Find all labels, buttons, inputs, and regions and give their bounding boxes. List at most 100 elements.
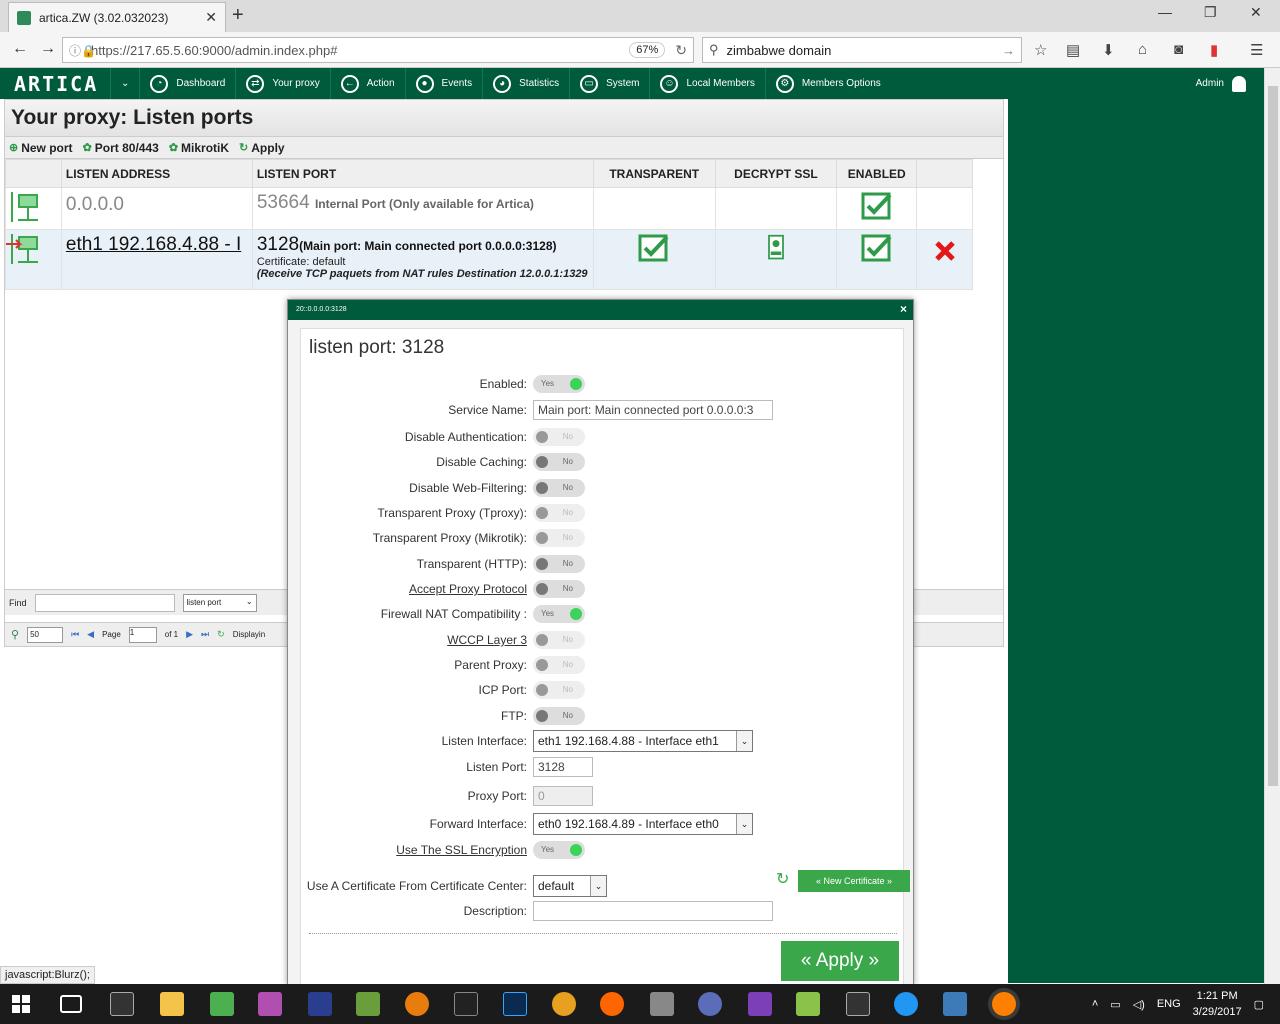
zoom-level[interactable]: 67% bbox=[629, 42, 666, 58]
menu-dashboard[interactable]: ◔ Dashboard bbox=[139, 68, 235, 99]
reload-icon[interactable]: ↻ bbox=[217, 629, 225, 640]
menu-action[interactable]: ← Action bbox=[329, 68, 405, 99]
refresh-icon[interactable]: ↻ bbox=[776, 869, 789, 889]
menu-toggle[interactable]: ⌄ bbox=[110, 68, 139, 99]
language-indicator[interactable]: ENG bbox=[1157, 998, 1181, 1010]
next-page-icon[interactable]: ▶ bbox=[186, 629, 193, 640]
find-field-select[interactable]: listen port ⌄ bbox=[182, 593, 257, 612]
extension-icon[interactable]: ▮ bbox=[1210, 41, 1218, 59]
scrollbar-thumb[interactable] bbox=[1268, 86, 1278, 786]
col-decrypt-ssl[interactable]: DECRYPT SSL bbox=[714, 159, 838, 188]
app-icon[interactable] bbox=[600, 992, 624, 1016]
wccp-toggle[interactable]: No bbox=[533, 631, 585, 649]
certificate-icon[interactable] bbox=[760, 234, 792, 262]
download-icon[interactable]: ⬇ bbox=[1102, 41, 1115, 59]
page-number-input[interactable]: 1 bbox=[128, 626, 157, 643]
disable-caching-toggle[interactable]: No bbox=[533, 453, 585, 471]
dialog-header[interactable]: 20::0.0.0.0:3128 × bbox=[288, 300, 913, 320]
search-box[interactable]: ⚲ zimbabwe domain → bbox=[702, 37, 1022, 63]
accept-proxy-protocol-toggle[interactable]: No bbox=[533, 580, 585, 598]
apply-toolbar-button[interactable]: ↻ Apply bbox=[239, 141, 285, 155]
task-view-icon[interactable] bbox=[60, 995, 82, 1013]
reload-icon[interactable]: ↻ bbox=[675, 42, 687, 59]
listen-port-input[interactable]: 3128 bbox=[533, 757, 593, 777]
search-text[interactable]: zimbabwe domain bbox=[727, 43, 1002, 58]
col-enabled[interactable]: ENABLED bbox=[836, 159, 918, 188]
clock[interactable]: 1:21 PM 3/29/2017 bbox=[1193, 988, 1242, 1020]
admin-user[interactable]: Admin bbox=[1196, 75, 1246, 92]
certificate-select[interactable]: default ⌄ bbox=[533, 875, 607, 897]
menu-your-proxy[interactable]: ⇄ Your proxy bbox=[235, 68, 329, 99]
ftp-toggle[interactable]: No bbox=[533, 707, 585, 725]
terminal-icon[interactable] bbox=[110, 992, 134, 1016]
reading-list-icon[interactable]: ▤ bbox=[1066, 41, 1080, 59]
disable-web-filtering-toggle[interactable]: No bbox=[533, 479, 585, 497]
checkbox-checked-icon[interactable] bbox=[861, 234, 893, 262]
parent-proxy-toggle[interactable]: No bbox=[533, 656, 585, 674]
browser-tab[interactable]: artica.ZW (3.02.032023) ✕ bbox=[8, 2, 226, 32]
listen-address-cell[interactable]: eth1 192.168.4.88 - I bbox=[60, 229, 253, 290]
enabled-toggle[interactable]: Yes bbox=[533, 375, 585, 393]
mikrotik-button[interactable]: ✿ MikrotiK bbox=[169, 141, 229, 155]
port-80-443-button[interactable]: ✿ Port 80/443 bbox=[83, 141, 159, 155]
app-icon[interactable] bbox=[796, 992, 820, 1016]
app-icon[interactable] bbox=[552, 992, 576, 1016]
menu-local-members[interactable]: ☺ Local Members bbox=[649, 68, 764, 99]
tproxy-toggle[interactable]: No bbox=[533, 504, 585, 522]
forward-icon[interactable]: → bbox=[40, 40, 56, 58]
home-icon[interactable]: ⌂ bbox=[1138, 41, 1147, 58]
col-transparent[interactable]: TRANSPARENT bbox=[592, 159, 716, 188]
blender-icon[interactable] bbox=[405, 992, 429, 1016]
first-page-icon[interactable]: ⏮ bbox=[71, 629, 79, 640]
search-icon[interactable]: ⚲ bbox=[11, 628, 19, 641]
menu-members-options[interactable]: ⚙ Members Options bbox=[764, 68, 891, 99]
bookmark-star-icon[interactable]: ☆ bbox=[1034, 41, 1047, 59]
tray-chevron-icon[interactable]: ˄ bbox=[1092, 998, 1098, 1010]
apply-button[interactable]: « Apply » bbox=[781, 941, 899, 981]
page-scrollbar[interactable] bbox=[1264, 68, 1280, 984]
menu-hamburger-icon[interactable]: ☰ bbox=[1250, 41, 1263, 59]
delete-icon[interactable] bbox=[934, 240, 956, 262]
app-icon[interactable] bbox=[210, 992, 234, 1016]
menu-system[interactable]: ▭ System bbox=[569, 68, 649, 99]
photoshop-icon[interactable] bbox=[503, 992, 527, 1016]
pocket-icon[interactable]: ◙ bbox=[1174, 41, 1183, 58]
calendar-icon[interactable] bbox=[846, 992, 870, 1016]
file-explorer-icon[interactable] bbox=[160, 992, 184, 1016]
mikrotik-toggle[interactable]: No bbox=[533, 529, 585, 547]
site-info-icon[interactable]: ⓘ🔒 bbox=[69, 42, 96, 59]
transparent-http-toggle[interactable]: No bbox=[533, 555, 585, 573]
app-icon[interactable] bbox=[356, 992, 380, 1016]
menu-statistics[interactable]: ◕ Statistics bbox=[482, 68, 569, 99]
app-icon[interactable] bbox=[258, 992, 282, 1016]
forward-interface-select[interactable]: eth0 192.168.4.89 - Interface eth0 ⌄ bbox=[533, 813, 753, 835]
new-port-button[interactable]: ⊕ New port bbox=[9, 141, 73, 155]
page-size-select[interactable]: 50 bbox=[27, 626, 64, 643]
notifications-icon[interactable]: ▢ bbox=[1254, 998, 1264, 1011]
ssl-encryption-toggle[interactable]: Yes bbox=[533, 841, 585, 859]
app-icon[interactable] bbox=[308, 992, 332, 1016]
icp-port-toggle[interactable]: No bbox=[533, 681, 585, 699]
search-go-icon[interactable]: → bbox=[1002, 43, 1015, 58]
col-listen-address[interactable]: LISTEN ADDRESS bbox=[60, 159, 253, 188]
prev-page-icon[interactable]: ◀ bbox=[87, 629, 94, 640]
app-icon[interactable] bbox=[454, 992, 478, 1016]
close-icon[interactable]: × bbox=[900, 302, 907, 316]
firewall-nat-toggle[interactable]: Yes bbox=[533, 605, 585, 623]
window-close-icon[interactable]: ✕ bbox=[1250, 4, 1262, 21]
table-row[interactable]: eth1 192.168.4.88 - I 3128(Main port: Ma… bbox=[5, 229, 973, 290]
checkbox-checked-icon[interactable] bbox=[638, 234, 670, 262]
new-tab-icon[interactable]: + bbox=[232, 4, 244, 27]
minimize-icon[interactable]: — bbox=[1158, 4, 1172, 20]
field-label[interactable]: Accept Proxy Protocol bbox=[301, 582, 533, 596]
url-bar[interactable]: ⓘ🔒 https://217.65.5.60:9000/admin.index.… bbox=[62, 37, 694, 63]
new-certificate-button[interactable]: « New Certificate » bbox=[798, 870, 910, 892]
app-icon[interactable] bbox=[894, 992, 918, 1016]
app-icon[interactable] bbox=[943, 992, 967, 1016]
description-input[interactable] bbox=[533, 901, 773, 921]
last-page-icon[interactable]: ⏭ bbox=[201, 629, 209, 640]
visual-studio-icon[interactable] bbox=[748, 992, 772, 1016]
checkbox-checked-icon[interactable] bbox=[861, 192, 893, 220]
table-row[interactable]: 0.0.0.0 53664 Internal Port (Only availa… bbox=[5, 187, 973, 230]
menu-events[interactable]: ● Events bbox=[404, 68, 483, 99]
